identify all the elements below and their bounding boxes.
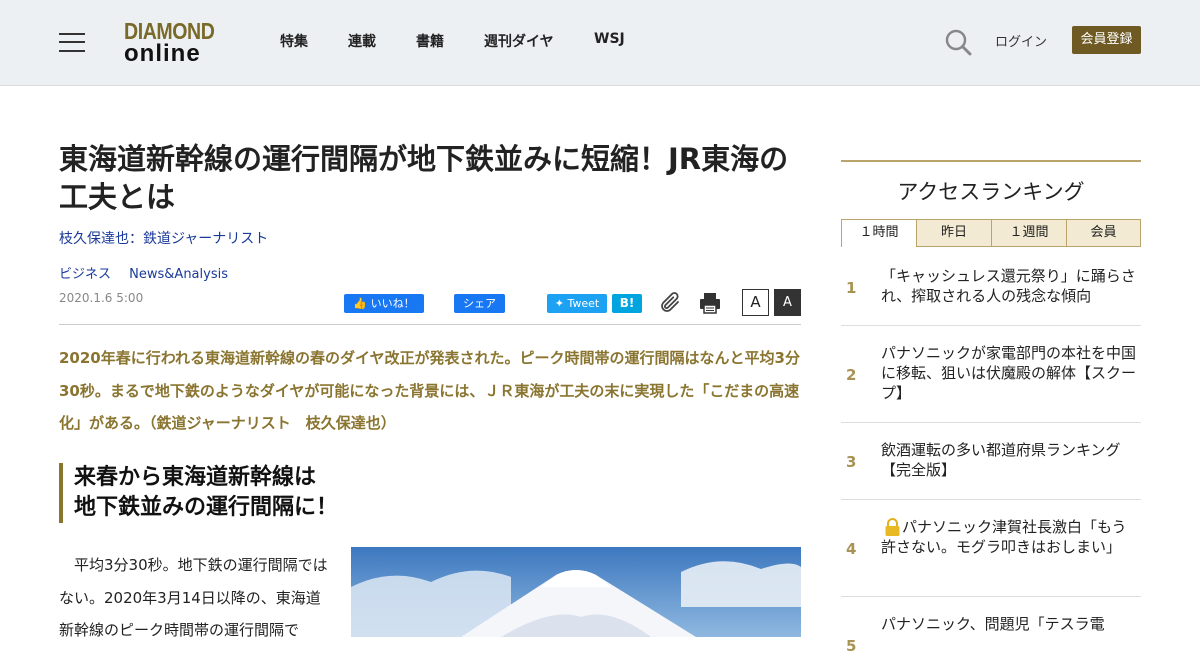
ranking-number: 4 xyxy=(846,540,857,558)
like-label: いいね！ xyxy=(370,297,415,310)
ranking-number: 2 xyxy=(846,366,857,384)
ranking-title: アクセスランキング xyxy=(897,180,1085,204)
twitter-bird-icon: ✦ xyxy=(554,297,564,310)
nav-item-wsj[interactable]: WSJ xyxy=(594,31,625,47)
tab-1-week[interactable]: １週間 xyxy=(991,219,1067,247)
section-heading: 来春から東海道新幹線は 地下鉄並みの運行間隔に！ xyxy=(59,463,579,523)
ranking-headline[interactable]: パナソニック津賀社長激白「もう許さない。モグラ叩きはおしまい」 xyxy=(881,517,1139,557)
ranking-top-rule xyxy=(841,160,1141,162)
ranking-item[interactable]: 4 パナソニック津賀社長激白「もう許さない。モグラ叩きはおしまい」 xyxy=(841,500,1141,597)
tag-business[interactable]: ビジネス xyxy=(59,267,111,282)
logo-line2: online xyxy=(124,40,201,67)
divider xyxy=(59,324,801,325)
nav-item-features[interactable]: 特集 xyxy=(280,31,308,51)
ranking-item[interactable]: 5 パナソニック、問題児「テスラ電 xyxy=(841,597,1141,655)
paperclip-icon[interactable] xyxy=(658,291,682,315)
ranking-number: 1 xyxy=(846,279,857,297)
thumbs-up-icon: 👍 xyxy=(353,297,368,310)
menu-icon[interactable] xyxy=(59,31,85,53)
nav-item-series[interactable]: 連載 xyxy=(348,31,376,51)
ranking-item[interactable]: 1 「キャッシュレス還元祭り」に踊らされ、搾取される人の残念な傾向 xyxy=(841,247,1141,326)
tab-yesterday[interactable]: 昨日 xyxy=(916,219,992,247)
mount-fuji-photo xyxy=(351,547,801,637)
ranking-item[interactable]: 2 パナソニックが家電部門の本社を中国に移転、狙いは伏魔殿の解体【スクープ】 xyxy=(841,326,1141,423)
ranking-headline[interactable]: パナソニックが家電部門の本社を中国に移転、狙いは伏魔殿の解体【スクープ】 xyxy=(881,343,1139,403)
ranking-headline[interactable]: パナソニック、問題児「テスラ電 xyxy=(881,614,1139,634)
article-title: 東海道新幹線の運行間隔が地下鉄並みに短縮！JR東海の工夫とは xyxy=(59,142,789,214)
tab-members[interactable]: 会員 xyxy=(1066,219,1141,247)
tag-news-analysis[interactable]: News&Analysis xyxy=(129,267,228,282)
tweet-button[interactable]: ✦ Tweet xyxy=(547,294,607,313)
site-logo[interactable]: DIAMOND online xyxy=(124,20,226,66)
nav-item-weekly-diamond[interactable]: 週刊ダイヤ xyxy=(484,31,554,51)
section-heading-line1: 来春から東海道新幹線は xyxy=(74,465,317,490)
site-header: DIAMOND online 特集 連載 書籍 週刊ダイヤ WSJ ログイン 会… xyxy=(0,0,1200,86)
login-link[interactable]: ログイン xyxy=(995,31,1047,50)
print-icon[interactable] xyxy=(698,291,722,315)
search-icon[interactable] xyxy=(944,28,972,56)
facebook-like-button[interactable]: 👍 いいね！ xyxy=(344,294,424,313)
publish-date: 2020.1.6 5:00 xyxy=(59,291,144,305)
article-lead: 2020年春に行われる東海道新幹線の春のダイヤ改正が発表された。ピーク時間帯の運… xyxy=(59,349,800,432)
ranking-item[interactable]: 3 飲酒運転の多い都道府県ランキング【完全版】 xyxy=(841,423,1141,500)
section-heading-line2: 地下鉄並みの運行間隔に！ xyxy=(74,495,339,520)
nav-item-books[interactable]: 書籍 xyxy=(416,31,444,51)
font-size-large-button[interactable]: A xyxy=(774,289,801,316)
ranking-number: 3 xyxy=(846,453,857,471)
article-author[interactable]: 枝久保達也：鉄道ジャーナリスト xyxy=(59,228,268,248)
tweet-label: Tweet xyxy=(567,297,600,310)
ranking-tabs: １時間 昨日 １週間 会員 xyxy=(841,219,1141,247)
article-body: 平均3分30秒。地下鉄の運行間隔ではない。2020年3月14日以降の、東海道新幹… xyxy=(59,556,328,639)
tab-1-hour[interactable]: １時間 xyxy=(841,219,917,247)
register-button[interactable]: 会員登録 xyxy=(1072,26,1141,54)
ranking-headline[interactable]: 飲酒運転の多い都道府県ランキング【完全版】 xyxy=(881,440,1139,480)
mount-fuji-image xyxy=(351,547,801,637)
ranking-number: 5 xyxy=(846,637,857,655)
font-size-small-button[interactable]: A xyxy=(742,289,769,316)
hatena-bookmark-button[interactable]: B! xyxy=(612,294,642,313)
facebook-share-button[interactable]: シェア xyxy=(454,294,505,313)
ranking-headline[interactable]: 「キャッシュレス還元祭り」に踊らされ、搾取される人の残念な傾向 xyxy=(881,266,1139,306)
article-tags: ビジネス News&Analysis xyxy=(59,263,242,282)
